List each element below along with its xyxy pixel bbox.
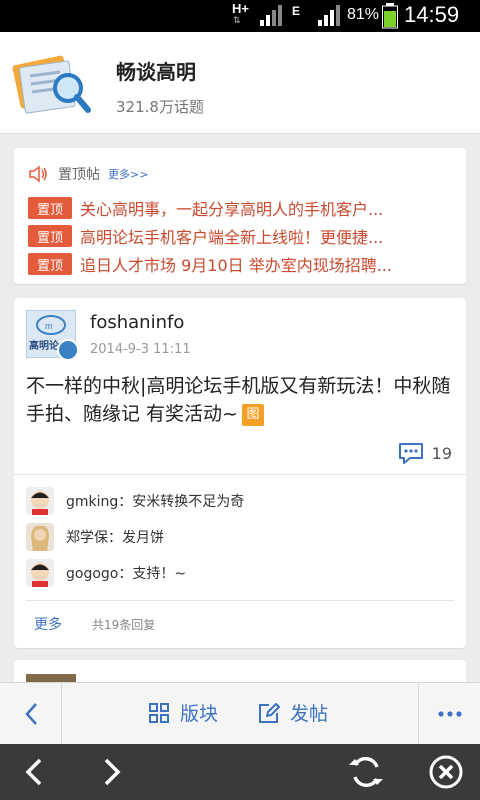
board-label: 版块 bbox=[180, 703, 219, 725]
action-bar: 版块 发帖 bbox=[0, 682, 480, 745]
comment-count: 19 bbox=[431, 443, 452, 463]
pinned-item[interactable]: 置顶 关心高明事，一起分享高明人的手机客户... bbox=[28, 196, 458, 220]
pinned-tag: 置顶 bbox=[28, 225, 72, 247]
topic-count: 321.8万话题 bbox=[116, 98, 204, 116]
edit-icon bbox=[259, 702, 280, 723]
reply-total: 共19条回复 bbox=[92, 618, 156, 632]
post-content[interactable]: 不一样的中秋|高明论坛手机版又有新玩法！中秋随手拍、随缘记 有奖活动~ 图 bbox=[26, 372, 456, 428]
grid-icon bbox=[149, 702, 169, 723]
post-card[interactable]: m 高明论 foshaninfo 2014-9-3 11:11 不一样的中秋|高… bbox=[14, 298, 466, 648]
chevron-left-icon bbox=[24, 703, 37, 725]
post-time: 2014-9-3 11:11 bbox=[90, 342, 191, 357]
new-post-label: 发帖 bbox=[290, 703, 329, 725]
pinned-item-text: 追日人才市场 9月10日 举办室内现场招聘... bbox=[80, 256, 392, 275]
board-button[interactable]: 版块 bbox=[148, 699, 218, 726]
comment-count-button[interactable]: 19 bbox=[398, 442, 452, 464]
close-button[interactable] bbox=[416, 744, 476, 800]
reply-text: gmking：安米转换不足为奇 bbox=[66, 494, 245, 510]
pinned-posts-card: 置顶帖 更多>> 置顶 关心高明事，一起分享高明人的手机客户... 置顶 高明论… bbox=[14, 148, 466, 284]
pinned-header: 置顶帖 更多>> bbox=[28, 164, 148, 184]
more-menu-button[interactable] bbox=[418, 683, 480, 745]
browser-forward-button[interactable] bbox=[82, 744, 142, 800]
divider bbox=[14, 474, 466, 475]
speaker-icon bbox=[29, 165, 47, 183]
refresh-icon bbox=[349, 756, 383, 788]
close-icon bbox=[429, 755, 463, 789]
reply-avatar bbox=[26, 523, 54, 551]
clock: 14:59 bbox=[404, 2, 460, 27]
battery-percent: 81% bbox=[347, 6, 380, 23]
data-arrows-icon: ⇅ bbox=[233, 16, 241, 26]
reply-avatar bbox=[26, 487, 54, 515]
forum-logo-icon bbox=[12, 55, 91, 114]
browser-nav-bar bbox=[0, 744, 480, 800]
comment-icon bbox=[398, 443, 423, 464]
refresh-button[interactable] bbox=[336, 744, 396, 800]
new-post-button[interactable]: 发帖 bbox=[258, 699, 328, 726]
post-author[interactable]: foshaninfo bbox=[90, 312, 184, 333]
signal-icon-2 bbox=[318, 5, 340, 26]
reply-text: gogogo：支持！~ bbox=[66, 566, 187, 582]
pinned-item[interactable]: 置顶 追日人才市场 9月10日 举办室内现场招聘... bbox=[28, 252, 458, 276]
status-bar: H+ ⇅ E 81% 14:59 bbox=[0, 0, 480, 32]
signal-icon bbox=[260, 5, 282, 26]
pinned-item-text: 关心高明事，一起分享高明人的手机客户... bbox=[80, 200, 384, 219]
post-content-text: 不一样的中秋|高明论坛手机版又有新玩法！中秋随手拍、随缘记 有奖活动~ bbox=[26, 375, 451, 425]
forward-arrow-icon bbox=[104, 758, 121, 786]
network-type: H+ bbox=[232, 1, 249, 16]
pinned-tag: 置顶 bbox=[28, 197, 72, 219]
pinned-tag: 置顶 bbox=[28, 253, 72, 275]
edge-indicator: E bbox=[292, 4, 301, 18]
avatar-text: 高明论 bbox=[29, 341, 59, 352]
image-tag: 图 bbox=[241, 404, 264, 426]
browser-back-button[interactable] bbox=[4, 744, 64, 800]
divider bbox=[26, 600, 454, 601]
more-replies-link[interactable]: 更多 bbox=[34, 614, 62, 634]
back-arrow-icon bbox=[25, 758, 42, 786]
more-dots-icon bbox=[437, 711, 462, 717]
author-avatar[interactable]: m 高明论 bbox=[26, 310, 79, 361]
pinned-item[interactable]: 置顶 高明论坛手机客户端全新上线啦！更便捷... bbox=[28, 224, 458, 248]
reply-item[interactable]: gogogo：支持！~ bbox=[26, 558, 186, 588]
reply-item[interactable]: gmking：安米转换不足为奇 bbox=[26, 486, 244, 516]
reply-item[interactable]: 郑学保：发月饼 bbox=[26, 522, 164, 552]
forum-title: 畅谈高明 bbox=[116, 60, 196, 84]
back-button[interactable] bbox=[0, 683, 62, 745]
reply-text: 郑学保：发月饼 bbox=[66, 530, 164, 546]
pinned-label: 置顶帖 bbox=[58, 167, 100, 183]
avatar-logo-icon: m bbox=[36, 315, 66, 335]
forum-header: 畅谈高明 321.8万话题 bbox=[0, 32, 480, 134]
pinned-more-link[interactable]: 更多>> bbox=[108, 166, 148, 182]
svg-text:m: m bbox=[45, 321, 53, 331]
pinned-item-text: 高明论坛手机客户端全新上线啦！更便捷... bbox=[80, 228, 384, 247]
battery-icon bbox=[382, 3, 398, 29]
user-badge-icon bbox=[57, 339, 79, 361]
reply-avatar bbox=[26, 559, 54, 587]
